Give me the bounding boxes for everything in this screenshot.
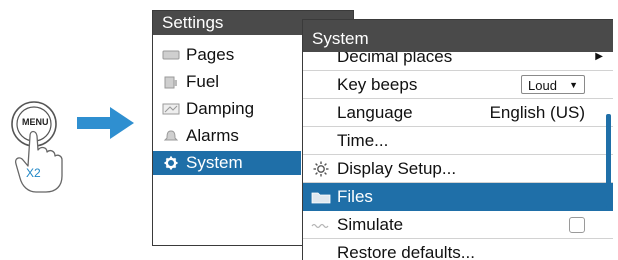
pages-icon <box>162 50 180 60</box>
row-label: Display Setup... <box>337 159 457 178</box>
language-value: English (US) <box>489 103 585 122</box>
settings-item-system[interactable]: System <box>153 151 301 175</box>
menu-button-label: MENU <box>22 117 49 127</box>
system-options-list: Decimal places ▶ Key beeps Loud ▼ Langua… <box>303 43 613 260</box>
settings-item-pages[interactable]: Pages <box>153 43 301 67</box>
row-label: Time... <box>337 131 389 150</box>
row-label: Key beeps <box>337 75 418 94</box>
settings-item-label: Fuel <box>186 72 220 91</box>
scrollbar[interactable] <box>606 114 611 208</box>
fuel-icon <box>164 76 177 89</box>
menu-press-hint: MENU X2 <box>0 0 140 259</box>
simulate-icon <box>311 223 329 229</box>
system-panel: System Decimal places ▶ Key beeps Loud ▼… <box>302 19 613 260</box>
damping-icon <box>162 103 180 115</box>
row-display-setup[interactable]: Display Setup... <box>303 155 613 183</box>
arrow-right-icon <box>77 107 134 139</box>
settings-item-label: Pages <box>186 45 235 64</box>
system-title: System <box>303 20 613 52</box>
settings-item-label: System <box>186 153 243 172</box>
row-label: Restore defaults... <box>337 243 475 260</box>
alarms-icon <box>163 130 179 141</box>
caret-down-icon: ▼ <box>569 80 578 90</box>
row-restore-defaults[interactable]: Restore defaults... <box>303 239 613 260</box>
row-label: Language <box>337 103 413 122</box>
folder-icon <box>311 192 331 204</box>
simulate-checkbox[interactable] <box>569 217 585 233</box>
settings-item-damping[interactable]: Damping <box>153 97 301 121</box>
dropdown-value: Loud <box>528 78 557 93</box>
display-setup-icon <box>313 161 329 177</box>
row-time[interactable]: Time... <box>303 127 613 155</box>
row-label: Files <box>337 187 373 206</box>
system-gear-icon <box>164 156 178 170</box>
settings-item-label: Alarms <box>186 126 239 145</box>
row-label: Simulate <box>337 215 404 234</box>
hand-press-icon <box>11 101 134 193</box>
key-beeps-dropdown[interactable]: Loud ▼ <box>521 75 585 94</box>
row-simulate[interactable]: Simulate <box>303 211 613 239</box>
row-key-beeps[interactable]: Key beeps Loud ▼ <box>303 71 613 99</box>
row-files[interactable]: Files <box>303 183 613 211</box>
row-language[interactable]: Language English (US) <box>303 99 613 127</box>
settings-item-alarms[interactable]: Alarms <box>153 124 301 148</box>
settings-item-fuel[interactable]: Fuel <box>153 70 301 94</box>
press-count-label: X2 <box>26 166 41 180</box>
settings-item-label: Damping <box>186 99 255 118</box>
